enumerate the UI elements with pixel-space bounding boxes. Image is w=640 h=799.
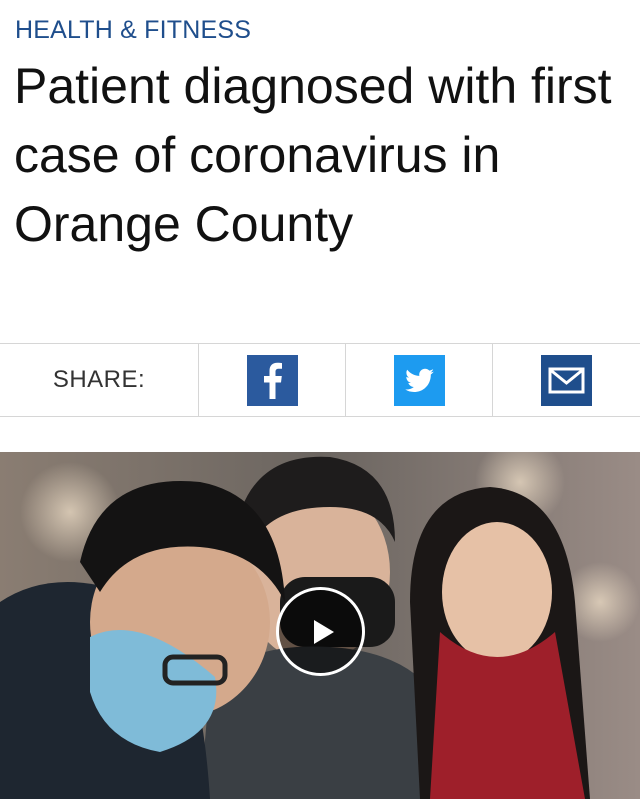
mail-icon [541,354,592,406]
share-label: SHARE: [52,366,146,393]
play-button[interactable] [276,587,365,676]
share-bar: SHARE: [0,343,640,417]
share-email-button[interactable] [493,344,640,416]
article-category[interactable]: HEALTH & FITNESS [15,16,251,45]
article-headline: Patient diagnosed with first case of cor… [14,58,612,252]
share-facebook-button[interactable] [199,344,346,416]
twitter-icon [393,354,445,406]
play-icon [313,619,334,644]
facebook-icon [246,354,298,406]
share-label-cell: SHARE: [0,344,199,416]
share-twitter-button[interactable] [346,344,493,416]
